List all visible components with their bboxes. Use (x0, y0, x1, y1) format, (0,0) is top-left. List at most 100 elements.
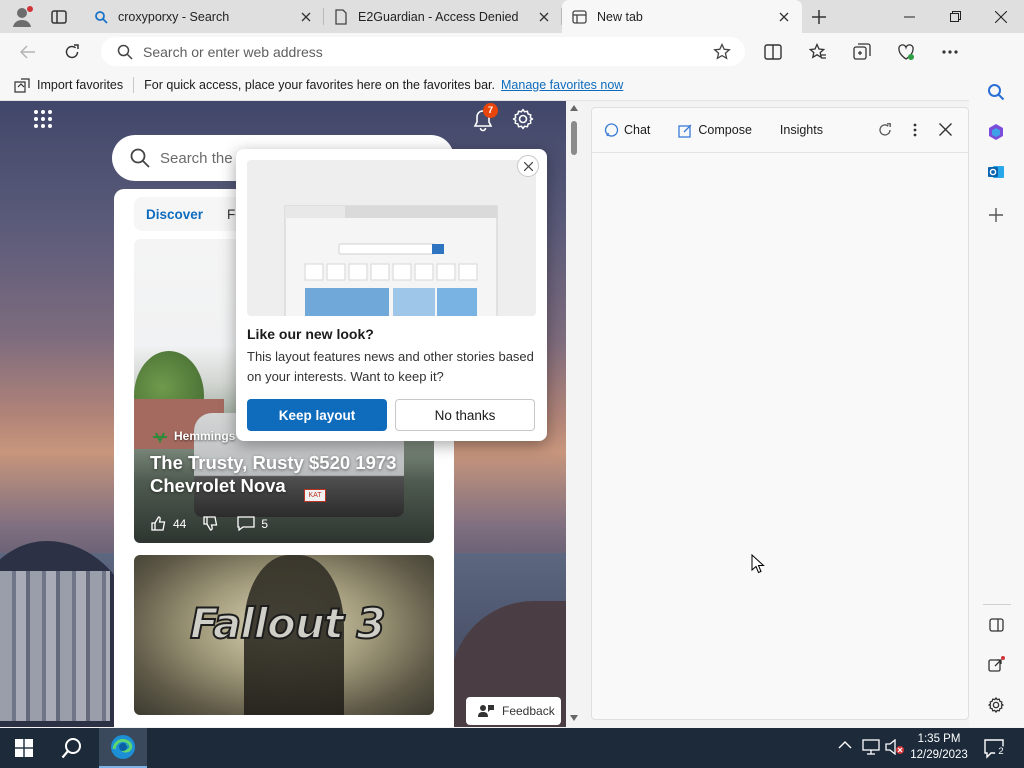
hide-sidebar-button[interactable] (983, 612, 1009, 638)
address-bar[interactable]: Search or enter web address (101, 37, 745, 66)
tab-close-button[interactable] (536, 9, 552, 25)
page-scrollbar[interactable] (566, 101, 582, 727)
feed-tab-discover[interactable]: Discover (134, 207, 215, 222)
comment-icon[interactable] (237, 516, 256, 531)
chevron-up-icon (838, 741, 852, 749)
edge-icon (111, 735, 135, 759)
open-external-button[interactable] (983, 652, 1009, 678)
tab-close-button[interactable] (298, 9, 314, 25)
scroll-up-icon[interactable] (570, 105, 578, 111)
address-toolbar: Search or enter web address (0, 33, 1024, 70)
dislike-icon[interactable] (202, 515, 219, 532)
side-pane-refresh-button[interactable] (878, 123, 892, 137)
address-input[interactable]: Search or enter web address (133, 44, 323, 60)
new-tab-page: 7 Search the web Discover Following KAT … (0, 101, 566, 727)
compose-icon (678, 124, 692, 138)
network-icon[interactable] (862, 739, 880, 755)
system-clock[interactable]: 1:35 PM 12/29/2023 (906, 731, 972, 763)
windows-taskbar: 1:35 PM 12/29/2023 2 (0, 728, 1024, 768)
volume-muted-icon[interactable] (885, 739, 905, 755)
news-card[interactable]: Fallout 3 (134, 555, 434, 715)
document-icon (334, 8, 348, 25)
tab-croxyporxy[interactable]: croxyporxy - Search (84, 0, 324, 33)
search-icon (61, 738, 81, 759)
tab-compose[interactable]: Compose (678, 123, 752, 138)
add-favorite-star-icon[interactable] (713, 43, 731, 61)
side-pane-close-button[interactable] (939, 123, 952, 136)
divider (983, 604, 1011, 605)
tab-insights[interactable]: Insights (780, 123, 823, 137)
scrollbar-thumb[interactable] (571, 121, 577, 155)
chat-icon (604, 122, 619, 137)
favorites-bar: Import favorites For quick access, place… (0, 70, 1024, 101)
side-pane-more-button[interactable] (913, 123, 917, 137)
taskbar-search-button[interactable] (48, 728, 96, 768)
show-hidden-icons-button[interactable] (838, 740, 852, 749)
card-source[interactable]: Hemmings (174, 429, 235, 443)
sidebar-office-button[interactable] (983, 119, 1009, 145)
refresh-button[interactable] (57, 37, 87, 67)
app-launcher-button[interactable] (33, 109, 53, 129)
no-thanks-button[interactable]: No thanks (395, 399, 535, 431)
mouse-cursor-icon (751, 554, 765, 574)
plus-icon (989, 208, 1003, 222)
feedback-button[interactable]: Feedback (466, 697, 561, 725)
tab-actions-icon (51, 10, 67, 24)
comment-count: 5 (261, 516, 269, 531)
notification-count: 2 (995, 746, 1007, 758)
heart-pulse-icon (898, 44, 914, 60)
clock-date: 12/29/2023 (910, 749, 968, 761)
divider (133, 77, 135, 93)
tab-chat[interactable]: Chat (604, 122, 651, 138)
card-image-text: Fallout 3 (189, 598, 387, 649)
background-houses (0, 571, 110, 721)
taskbar-edge-button[interactable] (99, 728, 147, 768)
restore-icon (949, 11, 961, 22)
tab-insights-label: Insights (779, 123, 823, 137)
close-window-button[interactable] (978, 0, 1024, 33)
browser-essentials-button[interactable] (891, 37, 921, 67)
tab-actions-button[interactable] (50, 8, 68, 26)
clock-time: 1:35 PM (917, 733, 961, 745)
edge-sidebar (969, 33, 1024, 727)
tab-close-button[interactable] (776, 9, 792, 25)
manage-favorites-link[interactable]: Manage favorites now (501, 78, 623, 92)
close-icon (995, 10, 1007, 23)
minimize-icon (903, 16, 915, 18)
import-favorites-button[interactable]: Import favorites (0, 77, 124, 93)
new-tab-button[interactable] (808, 6, 830, 28)
tab-e2guardian[interactable]: E2Guardian - Access Denied (324, 0, 562, 33)
action-center-button[interactable]: 2 (983, 737, 1007, 759)
refresh-icon (65, 44, 79, 59)
settings-and-more-button[interactable] (935, 37, 965, 67)
copilot-side-pane: Chat Compose Insights (591, 107, 969, 720)
sidebar-add-button[interactable] (983, 202, 1009, 228)
profile-avatar[interactable] (10, 5, 34, 29)
import-icon (14, 77, 30, 93)
close-icon (779, 12, 789, 21)
split-screen-button[interactable] (758, 37, 788, 67)
popup-close-button[interactable] (517, 155, 539, 177)
gear-icon (512, 108, 534, 130)
more-vertical-icon (913, 123, 917, 137)
minimize-button[interactable] (886, 0, 932, 33)
sidebar-search-button[interactable] (983, 79, 1009, 105)
collections-button[interactable] (847, 37, 877, 67)
import-favorites-label: Import favorites (37, 78, 124, 92)
tab-chat-label: Chat (624, 123, 651, 137)
tab-new-tab[interactable]: New tab (562, 0, 802, 33)
sidebar-outlook-button[interactable] (983, 159, 1009, 185)
favorites-button[interactable] (803, 37, 833, 67)
back-button[interactable] (13, 37, 43, 67)
sidebar-settings-button[interactable] (983, 692, 1009, 718)
card-reactions: 44 5 (150, 515, 268, 532)
like-icon[interactable] (150, 515, 167, 532)
feedback-icon (478, 705, 494, 717)
keep-layout-button[interactable]: Keep layout (247, 399, 387, 431)
restore-button[interactable] (932, 0, 978, 33)
card-title[interactable]: The Trusty, Rusty $520 1973 Chevrolet No… (150, 451, 426, 497)
feedback-label: Feedback (502, 704, 555, 718)
scroll-down-icon[interactable] (570, 715, 578, 721)
start-button[interactable] (0, 728, 48, 768)
page-settings-button[interactable] (511, 107, 535, 131)
